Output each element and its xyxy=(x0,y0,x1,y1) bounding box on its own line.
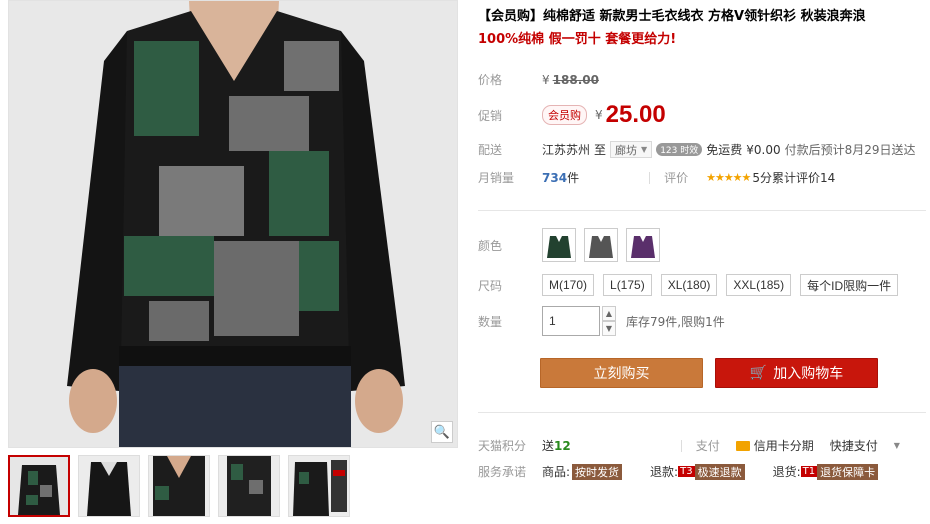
currency-symbol: ¥ xyxy=(542,72,550,87)
hours-badge: 123 时效 xyxy=(656,143,703,156)
thumbnail-image xyxy=(289,456,349,516)
rating-text[interactable]: 5分累计评价14 xyxy=(752,169,835,186)
price-section: 价格 ¥ 188.00 促销 会员购 ¥ 25.00 配送 江苏苏州 至 廊坊 … xyxy=(478,63,926,197)
thumbnail-image xyxy=(219,456,279,516)
size-option-m[interactable]: M(170) xyxy=(542,274,595,296)
service-label: 服务承诺 xyxy=(478,465,527,479)
points-value: 12 xyxy=(554,438,571,453)
points-send: 送 xyxy=(542,439,555,453)
pay-label: 支付 xyxy=(695,439,720,453)
divider xyxy=(680,439,682,452)
stock-text: 库存79件,限购1件 xyxy=(626,314,725,329)
quantity-stepper: ▲ ▼ xyxy=(602,306,616,336)
destination-select[interactable]: 廊坊 ▼ xyxy=(610,141,653,158)
fast-refund-tag[interactable]: 极速退款 xyxy=(694,463,745,480)
chevron-down-icon: ▼ xyxy=(641,145,648,154)
divider xyxy=(649,171,651,184)
delivery-eta: 付款后预计8月29日送达 xyxy=(784,143,916,157)
sweater-thumbnail xyxy=(586,230,616,260)
size-option-l[interactable]: L(175) xyxy=(603,274,652,296)
return-guarantee-tag[interactable]: 退货保障卡 xyxy=(817,463,879,480)
points-row: 天猫积分 送 12 支付 信用卡分期 快捷支付 ▼ xyxy=(478,437,900,454)
t3-badge: T3 xyxy=(678,466,695,477)
delivery-row: 配送 江苏苏州 至 廊坊 ▼ 123 时效 免运费 ¥0.00 付款后预计8月2… xyxy=(478,141,916,158)
rating-label: 评价 xyxy=(664,171,689,185)
quantity-label: 数量 xyxy=(478,314,503,329)
increase-arrow-icon[interactable]: ▲ xyxy=(602,306,616,321)
star-icon: ★★★★★ xyxy=(706,171,751,184)
thumbnail-image xyxy=(10,457,68,515)
vip-badge: 会员购 xyxy=(542,105,587,125)
zoom-icon[interactable]: 🔍 xyxy=(431,421,453,443)
credit-installment[interactable]: 信用卡分期 xyxy=(754,437,814,454)
current-price: 25.00 xyxy=(605,101,666,128)
destination-value: 廊坊 xyxy=(615,143,638,157)
service-return: 退货: xyxy=(772,465,801,479)
quick-pay[interactable]: 快捷支付 xyxy=(830,437,878,454)
t1-badge: T1 xyxy=(800,466,818,477)
promo-label: 促销 xyxy=(478,108,503,123)
thumbnail-1[interactable] xyxy=(8,455,70,517)
divider xyxy=(478,412,926,413)
divider xyxy=(478,210,926,211)
sweater-thumbnail xyxy=(628,230,658,260)
sales-count: 734 xyxy=(542,170,568,185)
chevron-down-icon[interactable]: ▼ xyxy=(894,441,900,450)
main-product-image[interactable]: 🔍 xyxy=(8,0,458,448)
thumbnail-5[interactable] xyxy=(288,455,350,517)
sweater-photo xyxy=(9,1,457,447)
thumbnail-image xyxy=(79,456,139,516)
free-shipping: 免运费 xyxy=(706,143,743,157)
on-time-tag[interactable]: 按时发货 xyxy=(572,463,623,480)
purchase-limit-note: 每个ID限购一件 xyxy=(800,274,899,296)
service-row: 服务承诺 商品: 按时发货 退款: T3 极速退款 退货: T1 退货保障卡 xyxy=(478,463,879,480)
promo-price-row: 促销 会员购 ¥ 25.00 xyxy=(478,101,666,129)
original-price-row: 价格 ¥ 188.00 xyxy=(478,71,599,88)
currency-symbol: ¥ xyxy=(595,108,603,122)
size-label: 尺码 xyxy=(478,278,503,293)
thumbnail-strip xyxy=(8,455,350,517)
color-row: 颜色 xyxy=(478,228,668,262)
thumbnail-2[interactable] xyxy=(78,455,140,517)
add-to-cart-button[interactable]: 🛒 加入购物车 xyxy=(715,358,878,388)
color-option-purple[interactable] xyxy=(626,228,660,262)
add-to-cart-label: 加入购物车 xyxy=(773,366,844,382)
size-option-xxl[interactable]: XXL(185) xyxy=(726,274,792,296)
card-icon xyxy=(735,440,750,451)
color-option-gray[interactable] xyxy=(584,228,618,262)
decrease-arrow-icon[interactable]: ▼ xyxy=(602,321,616,336)
cart-icon: 🛒 xyxy=(749,365,768,381)
quantity-input[interactable]: 1 xyxy=(542,306,600,336)
delivery-label: 配送 xyxy=(478,143,503,157)
thumbnail-3[interactable] xyxy=(148,455,210,517)
price-label: 价格 xyxy=(478,73,503,87)
buy-now-button[interactable]: 立刻购买 xyxy=(540,358,703,388)
product-title: 【会员购】纯棉舒适 新款男士毛衣线衣 方格V领针织衫 秋装浪奔浪 xyxy=(478,9,866,24)
service-goods: 商品: xyxy=(542,465,571,479)
service-refund: 退款: xyxy=(650,465,679,479)
sweater-thumbnail xyxy=(544,230,574,260)
monthly-sales-label: 月销量 xyxy=(478,171,515,185)
product-subtitle: 100%纯棉 假一罚十 套餐更给力! xyxy=(478,32,677,47)
original-price: 188.00 xyxy=(552,72,599,87)
quantity-row: 数量 1 ▲ ▼ 库存79件,限购1件 xyxy=(478,306,725,336)
to-word: 至 xyxy=(594,143,607,157)
size-row: 尺码 M(170) L(175) XL(180) XXL(185) 每个ID限购… xyxy=(478,274,907,296)
color-label: 颜色 xyxy=(478,238,503,253)
size-option-xl[interactable]: XL(180) xyxy=(660,274,718,296)
color-option-green[interactable] xyxy=(542,228,576,262)
shipping-fee: ¥0.00 xyxy=(746,142,781,157)
ship-from: 江苏苏州 xyxy=(542,143,591,157)
product-info-panel: 【会员购】纯棉舒适 新款男士毛衣线衣 方格V领针织衫 秋装浪奔浪 100%纯棉 … xyxy=(478,0,926,480)
sales-unit: 件 xyxy=(567,171,580,185)
thumbnail-image xyxy=(149,456,209,516)
points-label: 天猫积分 xyxy=(478,439,527,453)
thumbnail-4[interactable] xyxy=(218,455,280,517)
sales-row: 月销量 734 件 评价 ★★★★★ 5分累计评价14 xyxy=(478,169,835,186)
